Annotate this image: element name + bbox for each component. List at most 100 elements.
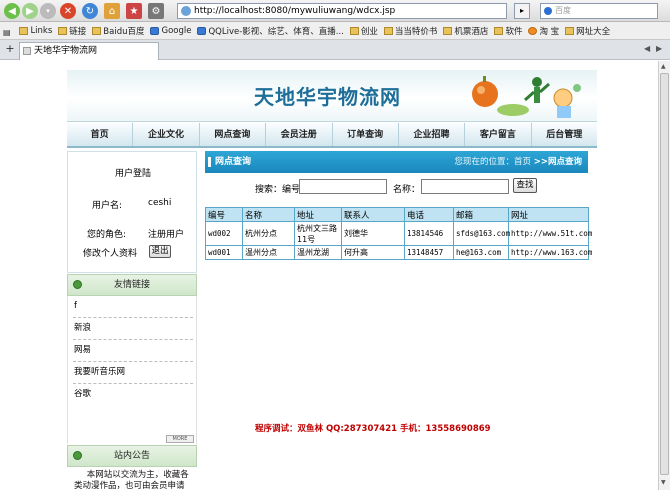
sidebar: 用户登陆 用户名: ceshi 您的角色: 注册用户 修改个人资料 退出 友情链…	[67, 151, 197, 490]
bookmark-item[interactable]: 软件	[491, 22, 525, 39]
tab-active[interactable]: 天地华宇物流网	[19, 42, 159, 60]
menu-branch-search[interactable]: 网点查询	[200, 123, 267, 146]
page-globe-icon	[181, 6, 191, 16]
search-code-input[interactable]	[299, 179, 387, 194]
cell-code: wd001	[205, 245, 243, 260]
friend-link-item[interactable]: 我要听音乐网	[73, 362, 193, 384]
folder-icon	[443, 27, 453, 35]
bookmark-item[interactable]: 创业	[347, 22, 381, 39]
username-value: ceshi	[148, 198, 172, 208]
table-header-row: 编号 名称 地址 联系人 电话 邮箱 网址	[205, 207, 589, 222]
bookmark-item[interactable]: 网址大全	[562, 22, 613, 39]
cell-name: 杭州分点	[242, 221, 295, 246]
vertical-scrollbar[interactable]: ▲ ▼	[658, 61, 670, 490]
col-header-name: 名称	[242, 207, 295, 222]
baidu-paw-icon	[544, 7, 552, 15]
search-form: 搜索：编号： 名称： 查找	[205, 178, 588, 197]
more-links-button[interactable]: MORE	[166, 435, 194, 443]
col-header-code: 编号	[205, 207, 243, 222]
bookmark-star-icon[interactable]: ★	[126, 3, 142, 19]
forward-icon[interactable]: ▶	[22, 3, 38, 19]
notice-header: 站内公告	[67, 445, 197, 467]
tab-favicon-icon	[23, 47, 31, 55]
reload-icon[interactable]: ↻	[82, 3, 98, 19]
login-panel: 用户登陆 用户名: ceshi 您的角色: 注册用户 修改个人资料 退出	[67, 151, 197, 273]
main-header: 网点查询 您现在的位置：首页 >>网点查询	[205, 151, 588, 173]
back-icon[interactable]: ◀	[4, 3, 20, 19]
folder-icon	[349, 27, 359, 35]
bookmark-label: 网址大全	[576, 27, 611, 37]
col-header-contact: 联系人	[341, 207, 405, 222]
menu-admin[interactable]: 后台管理	[532, 123, 597, 146]
menu-order-search[interactable]: 订单查询	[333, 123, 399, 146]
edit-profile-link[interactable]: 修改个人资料	[83, 246, 137, 259]
tab-scroll-right-icon[interactable]: ▶	[656, 44, 662, 53]
cell-code: wd002	[205, 221, 243, 246]
menu-register[interactable]: 会员注册	[266, 123, 333, 146]
developer-credit: 程序调试：双鱼林 QQ:287307421 手机：13558690869	[255, 424, 491, 434]
bookmarks-menu-icon[interactable]: ▤	[0, 24, 14, 40]
go-button[interactable]: ▸	[514, 3, 530, 19]
site-container: 天地华宇物流网 首页 企业文化 网点查询 会员注册 订单查询 企业招聘 客户留言…	[67, 70, 597, 490]
address-bar[interactable]: http://localhost:8080/mywuliuwang/wdcx.j…	[177, 3, 507, 19]
tab-title: 天地华宇物流网	[34, 46, 98, 56]
bookmark-label: Links	[30, 26, 53, 36]
bookmark-item[interactable]: 机票酒店	[440, 22, 491, 39]
bookmark-label: 当当特价书	[394, 27, 438, 37]
menu-culture[interactable]: 企业文化	[133, 123, 200, 146]
folder-icon	[565, 27, 575, 35]
tools-icon[interactable]: ⚙	[148, 3, 164, 19]
search-name-label: 名称：	[393, 185, 421, 195]
history-dropdown-icon[interactable]: ▾	[40, 3, 56, 19]
leaf-icon	[73, 280, 82, 289]
search-button[interactable]: 查找	[513, 178, 537, 193]
section-title: 网点查询	[207, 151, 251, 173]
cell-address: 温州龙湖	[294, 245, 342, 260]
new-tab-button[interactable]: +	[3, 43, 17, 57]
page-viewport: 天地华宇物流网 首页 企业文化 网点查询 会员注册 订单查询 企业招聘 客户留言…	[0, 61, 658, 490]
site-title: 天地华宇物流网	[254, 85, 401, 109]
search-name-input[interactable]	[421, 179, 509, 194]
main-menu: 首页 企业文化 网点查询 会员注册 订单查询 企业招聘 客户留言 后台管理	[67, 123, 597, 148]
tab-bar: + 天地华宇物流网 ◀ ▶	[0, 40, 670, 60]
scroll-thumb[interactable]	[660, 73, 669, 475]
branch-table: 编号 名称 地址 联系人 电话 邮箱 网址 wd002 杭州分点 杭州文三路11…	[205, 207, 592, 260]
menu-guestbook[interactable]: 客户留言	[465, 123, 532, 146]
friend-link-item[interactable]: f	[73, 296, 193, 318]
cell-email: he@163.com	[453, 245, 509, 260]
menu-home[interactable]: 首页	[67, 123, 134, 146]
menu-jobs[interactable]: 企业招聘	[399, 123, 466, 146]
friend-link-item[interactable]: 谷歌	[73, 384, 193, 406]
scroll-down-icon[interactable]: ▼	[661, 479, 666, 486]
search-engine-box[interactable]: 百度	[540, 3, 658, 19]
stop-icon[interactable]: ✕	[60, 3, 76, 19]
scroll-up-icon[interactable]: ▲	[661, 63, 666, 70]
cell-phone: 13148457	[404, 245, 454, 260]
bookmark-item[interactable]: 当当特价书	[381, 22, 441, 39]
bookmarks-bar: ▤ Links 链接 Baidu百度 Google QQLive-影视、综艺、体育、直播…	[0, 22, 670, 40]
breadcrumb-prefix[interactable]: 您现在的位置：首页	[455, 157, 532, 167]
bookmark-item[interactable]: Google	[147, 22, 194, 39]
bookmark-item[interactable]: Baidu百度	[89, 22, 147, 39]
logout-button[interactable]: 退出	[149, 245, 171, 258]
tab-scroll-left-icon[interactable]: ◀	[644, 44, 650, 53]
col-header-website: 网址	[508, 207, 589, 222]
breadcrumb: 您现在的位置：首页 >>网点查询	[455, 151, 582, 173]
bookmark-item[interactable]: Links	[16, 22, 55, 39]
friend-links-header: 友情链接	[67, 274, 197, 296]
role-label: 您的角色:	[87, 230, 127, 240]
bookmark-item[interactable]: QQLive-影视、综艺、体育、直播...	[194, 22, 346, 39]
friend-link-item[interactable]: 新浪	[73, 318, 193, 340]
folder-icon	[494, 27, 504, 35]
leaf-icon	[73, 451, 82, 460]
home-icon[interactable]: ⌂	[104, 3, 120, 19]
bookmark-label: QQLive-影视、综艺、体育、直播...	[208, 27, 344, 37]
cell-website: http://www.51t.com	[508, 221, 592, 246]
main-content: 网点查询 您现在的位置：首页 >>网点查询 搜索：编号： 名称： 查找 编号 名…	[205, 151, 592, 490]
breadcrumb-current: >>网点查询	[533, 157, 582, 167]
bookmark-item[interactable]: 链接	[55, 22, 89, 39]
bookmark-item[interactable]: 淘 宝	[525, 22, 562, 39]
cell-phone: 13814546	[404, 221, 454, 246]
bookmark-label: 淘 宝	[539, 27, 560, 37]
friend-link-item[interactable]: 网易	[73, 340, 193, 362]
